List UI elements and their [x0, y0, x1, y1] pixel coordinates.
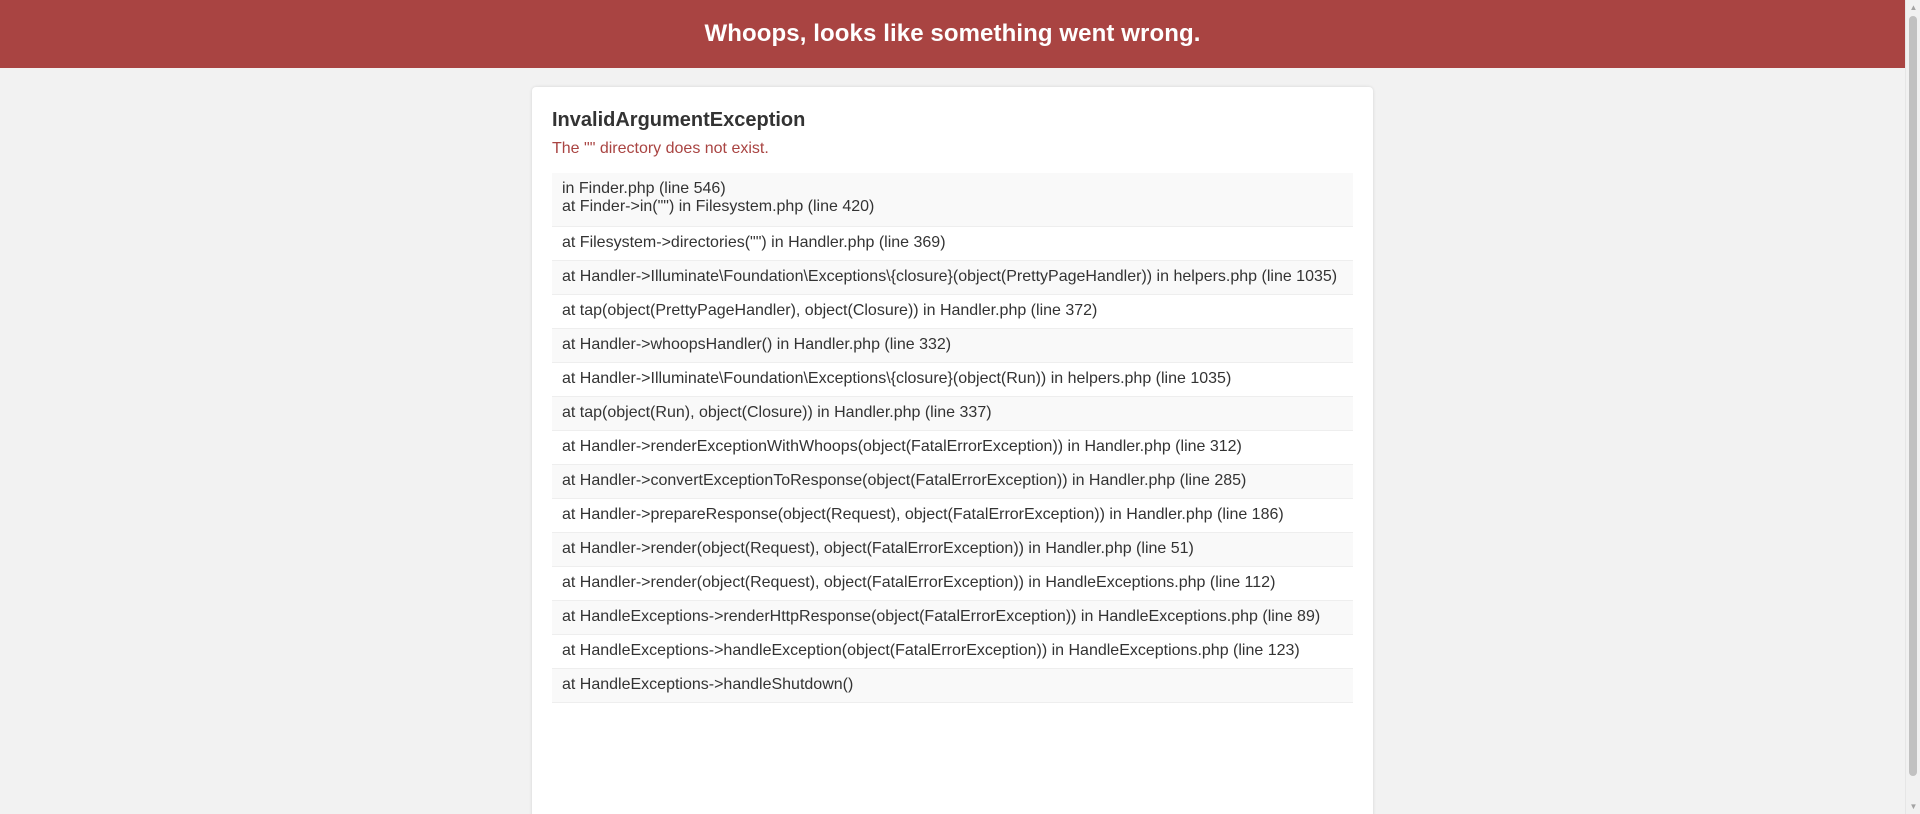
trace-call: at HandleExceptions->renderHttpResponse(…: [562, 608, 1321, 625]
stack-trace-item: at HandleExceptions->handleShutdown(): [552, 669, 1353, 703]
trace-call: at HandleExceptions->handleShutdown(): [562, 676, 854, 693]
stack-trace-item: in Finder.php (line 546) at Finder->in("…: [552, 173, 1353, 227]
scroll-up-arrow-icon[interactable]: ▲: [1906, 0, 1920, 15]
trace-call: at Handler->render(object(Request), obje…: [562, 540, 1194, 557]
trace-call: at Finder->in("") in Filesystem.php (lin…: [562, 198, 875, 215]
stack-trace-item: at Handler->convertExceptionToResponse(o…: [552, 465, 1353, 499]
trace-call: at Handler->prepareResponse(object(Reque…: [562, 506, 1284, 523]
stack-trace-item: at HandleExceptions->renderHttpResponse(…: [552, 601, 1353, 635]
stack-trace-item: at Handler->whoopsHandler() in Handler.p…: [552, 329, 1353, 363]
error-title: Whoops, looks like something went wrong.: [704, 20, 1201, 47]
trace-call: at tap(object(PrettyPageHandler), object…: [562, 302, 1098, 319]
trace-call: at Handler->Illuminate\Foundation\Except…: [562, 268, 1338, 285]
stack-trace-item: at Handler->Illuminate\Foundation\Except…: [552, 261, 1353, 295]
trace-call: at Handler->whoopsHandler() in Handler.p…: [562, 336, 952, 353]
trace-location: in Finder.php (line 546): [562, 180, 726, 197]
stack-trace-item: at Handler->render(object(Request), obje…: [552, 533, 1353, 567]
trace-call: at tap(object(Run), object(Closure)) in …: [562, 404, 992, 421]
stack-trace-item: at Handler->Illuminate\Foundation\Except…: [552, 363, 1353, 397]
stack-trace-item: at Handler->renderExceptionWithWhoops(ob…: [552, 431, 1353, 465]
exception-class-name: InvalidArgumentException: [552, 109, 806, 131]
stack-trace-item: at Handler->render(object(Request), obje…: [552, 567, 1353, 601]
trace-call: at Handler->render(object(Request), obje…: [562, 574, 1276, 591]
browser-viewport: Whoops, looks like something went wrong.…: [0, 0, 1920, 814]
error-header: Whoops, looks like something went wrong.: [0, 0, 1905, 68]
scrollbar-thumb[interactable]: [1909, 16, 1917, 776]
stack-trace-item: at Filesystem->directories("") in Handle…: [552, 227, 1353, 261]
stack-trace-item: at HandleExceptions->handleException(obj…: [552, 635, 1353, 669]
stack-trace-item: at tap(object(Run), object(Closure)) in …: [552, 397, 1353, 431]
stack-trace-list: in Finder.php (line 546) at Finder->in("…: [552, 173, 1353, 703]
stack-trace-item: at Handler->prepareResponse(object(Reque…: [552, 499, 1353, 533]
vertical-scrollbar[interactable]: ▲ ▼: [1905, 0, 1920, 814]
trace-call: at Handler->convertExceptionToResponse(o…: [562, 472, 1247, 489]
error-page: Whoops, looks like something went wrong.…: [0, 0, 1905, 814]
exception-card: InvalidArgumentException The "" director…: [532, 87, 1373, 814]
trace-call: at HandleExceptions->handleException(obj…: [562, 642, 1300, 659]
scroll-down-arrow-icon[interactable]: ▼: [1906, 799, 1920, 814]
trace-call: at Handler->renderExceptionWithWhoops(ob…: [562, 438, 1242, 455]
stack-trace-item: at tap(object(PrettyPageHandler), object…: [552, 295, 1353, 329]
trace-call: at Filesystem->directories("") in Handle…: [562, 234, 946, 251]
trace-call: at Handler->Illuminate\Foundation\Except…: [562, 370, 1232, 387]
exception-message: The "" directory does not exist.: [552, 140, 769, 157]
